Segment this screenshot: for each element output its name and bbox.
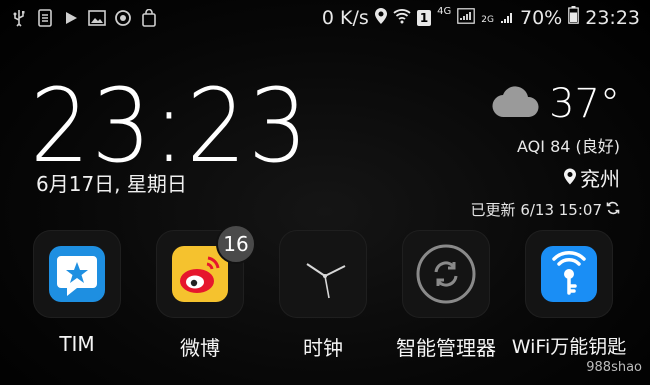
location-icon [374,7,387,29]
refresh-icon[interactable] [606,201,620,219]
sync-icon [114,9,132,27]
app-tim[interactable]: TIM [17,230,137,356]
battery-icon [568,6,580,29]
app-tile[interactable]: 16 [156,224,256,318]
temperature: 37° [549,81,620,127]
notes-icon [36,9,54,27]
app-weibo[interactable]: 16 微博 [140,224,260,361]
battery-percent: 70% [520,6,563,29]
app-tile[interactable] [33,230,121,318]
wifi-key-icon [541,246,597,302]
network-speed: 0 K/s [321,6,369,29]
app-label: WiFi万能钥匙 [511,336,627,358]
app-label: TIM [59,332,95,356]
clock-date[interactable]: 6月17日, 星期日 [36,168,187,197]
notification-badge: 16 [216,224,256,264]
weather-widget[interactable]: 37° AQI 84 (良好) 兖州 已更新 6/13 15:07 [471,84,620,220]
cloud-icon [491,85,541,123]
smart-manager-icon [416,244,476,304]
updated-row: 已更新 6/13 15:07 [471,199,620,220]
clock-icon [306,263,346,299]
status-time: 23:23 [585,6,640,29]
updated-time: 已更新 6/13 15:07 [470,201,602,219]
signal-2g-icon [500,7,514,29]
g2-label: 2G [481,14,494,25]
status-bar: 0 K/s 1 4G 2G 70% 23:23 [0,0,650,36]
app-tile[interactable] [402,230,490,318]
play-icon [62,9,80,27]
tim-icon [49,246,105,302]
location-pin-icon [564,166,576,190]
watermark: 988shao [586,360,642,375]
signal-icon [457,7,476,29]
app-tile[interactable] [279,230,367,318]
app-label: 时钟 [303,336,343,360]
city-name: 兖州 [580,167,620,191]
app-smart-manager[interactable]: 智能管理器 [386,230,506,361]
lte-label: 4G [437,6,452,17]
clock-time[interactable]: 23:23 [30,76,310,178]
image-icon [88,9,106,27]
app-wifi-key[interactable]: WiFi万能钥匙 [509,230,629,359]
app-label: 微博 [180,336,220,360]
app-clock[interactable]: 时钟 [263,230,383,361]
bag-icon [140,9,158,27]
city-row: 兖州 [471,163,620,192]
notification-icons [10,9,158,27]
sim-badge: 1 [416,9,432,26]
app-tile[interactable] [525,230,613,318]
app-label: 智能管理器 [396,336,496,360]
wifi-icon [393,7,411,29]
aqi-label: AQI 84 (良好) [517,137,620,156]
usb-icon [10,9,28,27]
status-indicators: 0 K/s 1 4G 2G 70% 23:23 [322,6,640,29]
